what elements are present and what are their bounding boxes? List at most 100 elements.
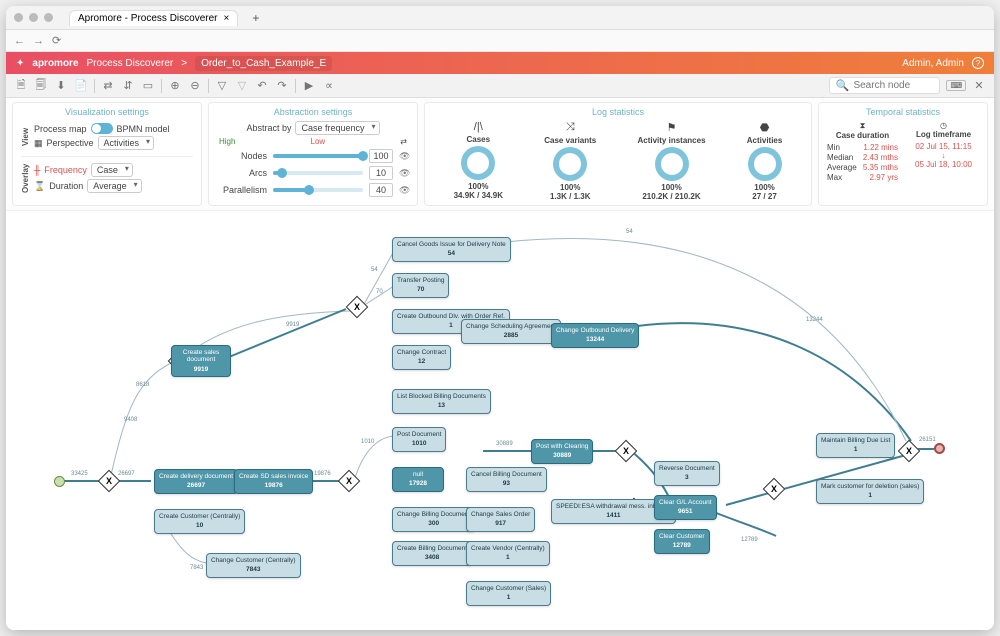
fit-icon[interactable]: ▭ (141, 79, 155, 93)
swap-icon[interactable]: ⇄ (400, 137, 407, 146)
activity-node[interactable]: Clear G/L Account9651 (654, 495, 717, 520)
traffic-light-max[interactable] (44, 13, 53, 22)
toolbar: 🗎 🗐 ⬇ 📄 ⇄ ⇵ ▭ ⊕ ⊖ ▽ ▽ ↶ ↷ ▶ ∝ 🔍 ⌨ ✕ (6, 74, 994, 98)
save-as-icon[interactable]: 🗐 (34, 79, 48, 93)
activity-node[interactable]: Change Outbound Delivery13244 (551, 323, 639, 348)
filter-icon[interactable]: ▽ (215, 79, 229, 93)
svg-text:7843: 7843 (190, 565, 204, 571)
animate-icon[interactable]: ▶ (302, 79, 316, 93)
frequency-dropdown[interactable]: Case (91, 163, 133, 177)
export-pdf-icon[interactable]: 📄 (74, 79, 88, 93)
activity-node[interactable]: Cancel Billing Document93 (466, 467, 547, 492)
activity-node[interactable]: Create Vendor (Centrally)1 (466, 541, 550, 566)
traffic-light-close[interactable] (14, 13, 23, 22)
activity-node[interactable]: Transfer Posting70 (392, 273, 449, 298)
nodes-eye-icon[interactable]: 👁 (399, 151, 409, 162)
activity-node[interactable]: Create Billing Document3408 (392, 541, 472, 566)
overlay-side-label: Overlay (21, 161, 30, 195)
activity-node[interactable]: Change Scheduling Agreement2885 (461, 319, 561, 344)
user-label[interactable]: Admin, Admin (902, 58, 964, 69)
para-eye-icon[interactable]: 👁 (399, 185, 409, 196)
tab-close-icon[interactable]: × (223, 13, 229, 24)
search-node[interactable]: 🔍 (829, 77, 941, 94)
abstract-by-dropdown[interactable]: Case frequency (295, 121, 379, 135)
arcs-slider[interactable] (273, 171, 363, 175)
save-icon[interactable]: 🗎 (14, 79, 28, 93)
nav-back-icon[interactable]: ← (14, 35, 25, 47)
frequency-icon: ╫ (34, 165, 40, 175)
help-icon[interactable]: ? (972, 57, 984, 69)
zoom-out-icon[interactable]: ⊖ (188, 79, 202, 93)
layout-tb-icon[interactable]: ⇵ (121, 79, 135, 93)
arcs-value[interactable]: 10 (369, 166, 393, 180)
close-icon[interactable]: ✕ (972, 79, 986, 93)
map-bpmn-toggle[interactable] (91, 123, 113, 134)
activity-node[interactable]: Clear Customer12789 (654, 529, 710, 554)
para-slider[interactable] (273, 188, 363, 192)
layout-lr-icon[interactable]: ⇄ (101, 79, 115, 93)
export-bpmn-icon[interactable]: ⬇ (54, 79, 68, 93)
activity-node[interactable]: Change Customer (Sales)1 (466, 581, 551, 606)
activity-node[interactable]: Reverse Document3 (654, 461, 720, 486)
undo-icon[interactable]: ↶ (255, 79, 269, 93)
browser-tab[interactable]: Apromore - Process Discoverer × (69, 10, 238, 26)
temporal-panel: Temporal statistics ⧗ Case duration Min1… (818, 102, 988, 206)
activity-node[interactable]: List Blocked Billing Documents13 (392, 389, 491, 414)
activity-node[interactable]: Create Customer (Centrally)10 (154, 509, 245, 534)
activity-node[interactable]: Post Document1010 (392, 427, 446, 452)
tab-title: Apromore - Process Discoverer (78, 13, 217, 24)
activity-node[interactable]: null17928 (392, 467, 444, 492)
para-value[interactable]: 40 (369, 183, 393, 197)
search-icon: 🔍 (836, 79, 850, 92)
keyboard-icon[interactable]: ⌨ (946, 80, 966, 91)
duration-dropdown[interactable]: Average (87, 179, 141, 193)
share-icon[interactable]: ∝ (322, 79, 336, 93)
zoom-in-icon[interactable]: ⊕ (168, 79, 182, 93)
new-tab-button[interactable]: + (252, 11, 259, 25)
svg-text:26697: 26697 (118, 471, 135, 477)
variants-metric[interactable]: ⤨ Case variants 100% 1.3K / 1.3K (544, 121, 596, 201)
svg-text:12789: 12789 (741, 537, 758, 543)
activity-node[interactable]: Create SD sales invoice19876 (234, 469, 313, 494)
activity-node[interactable]: Create sales document9919 (171, 345, 231, 377)
nodes-value[interactable]: 100 (369, 149, 393, 163)
perspective-label: Perspective (47, 138, 94, 148)
activity-node[interactable]: Post with Clearing30889 (531, 439, 593, 464)
process-map-canvas[interactable]: 33425 26697 9408 19876 19876 8618 9919 5… (6, 211, 994, 630)
search-input[interactable] (853, 80, 933, 91)
activity-node[interactable]: Change Sales Order917 (466, 507, 535, 532)
activity-node[interactable]: Change Customer (Centrally)7843 (206, 553, 301, 578)
svg-text:9408: 9408 (124, 417, 138, 423)
nav-reload-icon[interactable]: ⟳ (52, 34, 61, 47)
activity-node[interactable]: Create delivery document26697 (154, 469, 238, 494)
redo-icon[interactable]: ↷ (275, 79, 289, 93)
end-event[interactable] (934, 443, 945, 454)
breadcrumb-app[interactable]: Process Discoverer (87, 58, 174, 69)
traffic-light-min[interactable] (29, 13, 38, 22)
activity-inst-metric[interactable]: ⚑ Activity instances 100% 210.2K / 210.2… (637, 121, 705, 201)
viz-title: Visualization settings (21, 107, 193, 117)
svg-text:8618: 8618 (136, 382, 150, 388)
svg-text:9919: 9919 (286, 322, 300, 328)
log-title: Log statistics (433, 107, 803, 117)
activities-icon: ⬣ (747, 121, 783, 134)
activity-node[interactable]: Cancel Goods Issue for Delivery Note54 (392, 237, 511, 262)
filter-clear-icon[interactable]: ▽ (235, 79, 249, 93)
breadcrumb-log[interactable]: Order_to_Cash_Example_E (195, 56, 332, 71)
svg-text:54: 54 (626, 229, 633, 235)
activity-node[interactable]: Maintain Billing Due List1 (816, 433, 895, 458)
arcs-eye-icon[interactable]: 👁 (399, 168, 409, 179)
svg-text:33425: 33425 (71, 471, 88, 477)
activity-node[interactable]: Mark customer for deletion (sales)1 (816, 479, 924, 504)
activity-node[interactable]: Change Contract12 (392, 345, 451, 370)
activities-metric[interactable]: ⬣ Activities 100% 27 / 27 (747, 121, 783, 201)
duration-col-title: Case duration (827, 131, 898, 140)
cases-metric[interactable]: /|\ Cases 100% 34.9K / 34.9K (454, 121, 503, 201)
activity-node[interactable]: Change Billing Document300 (392, 507, 475, 532)
start-event[interactable] (54, 476, 65, 487)
nav-forward-icon[interactable]: → (33, 35, 44, 47)
perspective-dropdown[interactable]: Activities (98, 136, 155, 150)
svg-text:54: 54 (371, 267, 378, 273)
visualization-panel: Visualization settings View Process map … (12, 102, 202, 206)
nodes-slider[interactable] (273, 154, 363, 158)
